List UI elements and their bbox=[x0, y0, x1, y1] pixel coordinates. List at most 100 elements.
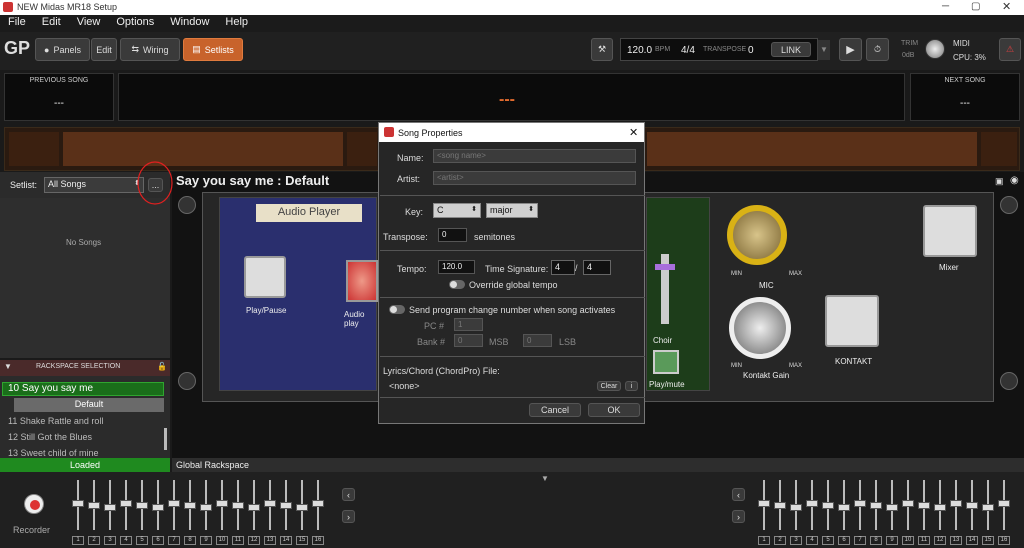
channel-number[interactable]: 4 bbox=[806, 536, 818, 545]
channel-fader[interactable] bbox=[72, 478, 84, 536]
fader-cap[interactable] bbox=[966, 502, 978, 509]
channel-fader[interactable] bbox=[998, 478, 1010, 536]
song-part-slot[interactable] bbox=[981, 132, 1017, 166]
audio-play-button[interactable] bbox=[346, 260, 378, 302]
kontakt-button[interactable] bbox=[825, 295, 879, 347]
channel-number[interactable]: 1 bbox=[72, 536, 84, 545]
options-icon[interactable]: ◉ bbox=[1010, 175, 1019, 186]
menu-view[interactable]: View bbox=[69, 15, 109, 29]
transpose-input[interactable]: 0 bbox=[438, 228, 467, 242]
channel-number[interactable]: 14 bbox=[280, 536, 292, 545]
cancel-button[interactable]: Cancel bbox=[529, 403, 581, 417]
trim-knob[interactable] bbox=[925, 39, 945, 59]
artist-input[interactable]: <artist> bbox=[433, 171, 636, 185]
time-sig-denominator[interactable]: 4 bbox=[583, 260, 611, 275]
channel-number[interactable]: 16 bbox=[998, 536, 1010, 545]
metronome-button[interactable]: ⏱ bbox=[866, 38, 889, 61]
channel-fader[interactable] bbox=[200, 478, 212, 536]
song-list[interactable]: No Songs bbox=[0, 198, 170, 358]
fader-cap[interactable] bbox=[312, 500, 324, 507]
channel-number[interactable]: 4 bbox=[120, 536, 132, 545]
panels-button[interactable]: ● Panels bbox=[35, 38, 90, 61]
fader-cap[interactable] bbox=[934, 504, 946, 511]
channel-number[interactable]: 9 bbox=[200, 536, 212, 545]
channel-fader[interactable] bbox=[918, 478, 930, 536]
edit-button[interactable]: Edit bbox=[91, 38, 117, 61]
minimize-button[interactable]: ─ bbox=[942, 1, 949, 12]
channel-fader[interactable] bbox=[104, 478, 116, 536]
list-item[interactable]: 12 Still Got the Blues bbox=[8, 432, 158, 442]
channel-number[interactable]: 6 bbox=[838, 536, 850, 545]
choir-fader-cap[interactable] bbox=[655, 264, 675, 270]
tempo-input[interactable]: 120.0 bbox=[438, 260, 475, 274]
channel-fader[interactable] bbox=[120, 478, 132, 536]
song-part-slot[interactable] bbox=[347, 132, 377, 166]
fader-cap[interactable] bbox=[902, 500, 914, 507]
channel-fader[interactable] bbox=[758, 478, 770, 536]
collapse-icon[interactable]: ▼ bbox=[4, 362, 12, 371]
expand-up-icon[interactable]: ▼ bbox=[541, 474, 549, 483]
key-select[interactable]: C ⬍ bbox=[433, 203, 481, 218]
left-prev-button[interactable]: ‹ bbox=[342, 488, 355, 501]
mic-knob[interactable] bbox=[727, 205, 787, 265]
channel-number[interactable]: 6 bbox=[152, 536, 164, 545]
fader-cap[interactable] bbox=[184, 502, 196, 509]
channel-number[interactable]: 7 bbox=[854, 536, 866, 545]
list-item[interactable]: 10 Say you say me bbox=[2, 382, 164, 396]
menu-edit[interactable]: Edit bbox=[34, 15, 69, 29]
clear-button[interactable]: Clear bbox=[597, 381, 621, 391]
fader-cap[interactable] bbox=[120, 500, 132, 507]
fader-cap[interactable] bbox=[168, 500, 180, 507]
channel-number[interactable]: 12 bbox=[248, 536, 260, 545]
fader-cap[interactable] bbox=[136, 502, 148, 509]
fader-cap[interactable] bbox=[104, 504, 116, 511]
link-button[interactable]: LINK bbox=[771, 42, 811, 57]
menu-window[interactable]: Window bbox=[162, 15, 217, 29]
channel-number[interactable]: 8 bbox=[184, 536, 196, 545]
song-name-input[interactable]: <song name> bbox=[433, 149, 636, 163]
channel-fader[interactable] bbox=[152, 478, 164, 536]
channel-number[interactable]: 10 bbox=[902, 536, 914, 545]
menu-file[interactable]: File bbox=[0, 15, 34, 29]
channel-fader[interactable] bbox=[934, 478, 946, 536]
fader-cap[interactable] bbox=[280, 502, 292, 509]
menu-help[interactable]: Help bbox=[217, 15, 256, 29]
channel-fader[interactable] bbox=[280, 478, 292, 536]
channel-number[interactable]: 2 bbox=[88, 536, 100, 545]
channel-fader[interactable] bbox=[184, 478, 196, 536]
channel-fader[interactable] bbox=[248, 478, 260, 536]
lock-icon[interactable]: 🔓 bbox=[157, 362, 167, 371]
dropdown-arrow-icon[interactable]: ▼ bbox=[818, 40, 830, 60]
maximize-button[interactable]: ▢ bbox=[971, 1, 980, 12]
pc-input[interactable]: 1 bbox=[454, 318, 483, 331]
fader-cap[interactable] bbox=[296, 504, 308, 511]
fader-cap[interactable] bbox=[998, 500, 1010, 507]
fader-cap[interactable] bbox=[758, 500, 770, 507]
channel-fader[interactable] bbox=[88, 478, 100, 536]
fader-cap[interactable] bbox=[918, 502, 930, 509]
close-window-button[interactable]: ✕ bbox=[1002, 0, 1011, 13]
channel-number[interactable]: 15 bbox=[296, 536, 308, 545]
panic-button[interactable]: ⚠ bbox=[999, 38, 1021, 61]
fader-cap[interactable] bbox=[232, 502, 244, 509]
channel-number[interactable]: 13 bbox=[950, 536, 962, 545]
browse-button[interactable]: i bbox=[625, 381, 638, 391]
channel-fader[interactable] bbox=[870, 478, 882, 536]
list-item[interactable]: 13 Sweet child of mine bbox=[8, 448, 158, 458]
bank-lsb-input[interactable]: 0 bbox=[523, 334, 552, 347]
channel-number[interactable]: 8 bbox=[870, 536, 882, 545]
fader-cap[interactable] bbox=[72, 500, 84, 507]
channel-fader[interactable] bbox=[312, 478, 324, 536]
channel-fader[interactable] bbox=[902, 478, 914, 536]
channel-fader[interactable] bbox=[822, 478, 834, 536]
channel-fader[interactable] bbox=[296, 478, 308, 536]
play-pause-button[interactable] bbox=[244, 256, 286, 298]
channel-number[interactable]: 7 bbox=[168, 536, 180, 545]
bank-msb-input[interactable]: 0 bbox=[454, 334, 483, 347]
channel-fader[interactable] bbox=[774, 478, 786, 536]
channel-number[interactable]: 11 bbox=[232, 536, 244, 545]
song-part-slot[interactable] bbox=[63, 132, 343, 166]
next-song-panel[interactable]: NEXT SONG --- bbox=[910, 73, 1020, 121]
channel-number[interactable]: 16 bbox=[312, 536, 324, 545]
play-button[interactable]: ▶ bbox=[839, 38, 862, 61]
